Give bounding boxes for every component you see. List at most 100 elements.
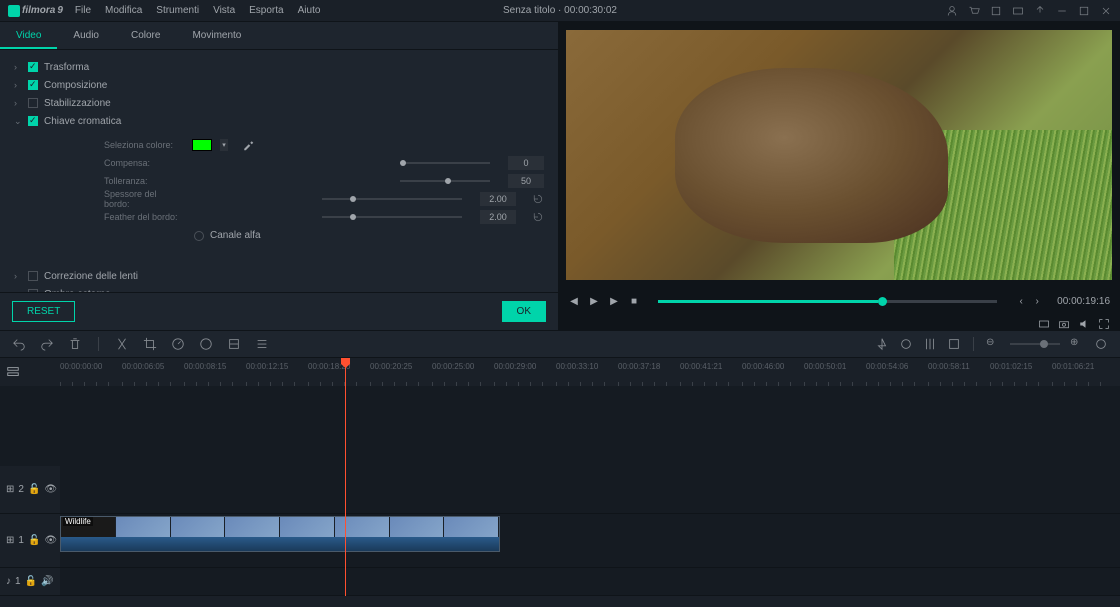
undo-icon[interactable] [12,337,26,351]
render-icon[interactable] [947,337,961,351]
msg-icon[interactable] [1012,5,1024,17]
stabilization-checkbox[interactable] [28,98,38,108]
eyedropper-icon[interactable] [242,139,254,151]
ruler-mark: 00:00:41:21 [680,362,722,371]
tab-color[interactable]: Colore [115,22,176,49]
speed-icon[interactable] [171,337,185,351]
preview-viewport[interactable] [566,30,1112,280]
visibility-icon[interactable]: 👁 [44,535,57,546]
redo-icon[interactable] [40,337,54,351]
color-icon[interactable] [199,337,213,351]
fullscreen-icon[interactable] [1098,318,1110,330]
mute-icon[interactable]: 🔊 [41,576,53,587]
maximize-icon[interactable] [1078,5,1090,17]
alpha-channel-checkbox[interactable] [194,231,204,241]
update-icon[interactable] [1034,5,1046,17]
menu-edit[interactable]: Modifica [105,5,142,16]
audio-track-1[interactable]: ♪ 1 🔓 🔊 [0,568,1120,596]
marker-icon[interactable] [875,337,889,351]
chevron-right-icon: › [14,98,22,108]
playhead[interactable] [345,358,346,596]
prop-composition[interactable]: › Composizione [14,76,544,94]
composition-checkbox[interactable] [28,80,38,90]
notif-icon[interactable] [990,5,1002,17]
track-manager-icon[interactable] [6,365,20,382]
chromakey-checkbox[interactable] [28,116,38,126]
offset-value[interactable]: 0 [508,156,544,170]
crop-icon[interactable] [143,337,157,351]
reset-icon[interactable] [532,193,544,205]
minimize-icon[interactable] [1056,5,1068,17]
lock-icon[interactable]: 🔓 [25,576,37,587]
color-dropdown[interactable]: ▾ [220,139,228,151]
tab-audio[interactable]: Audio [57,22,115,49]
edge-feather-value[interactable]: 2.00 [480,210,516,224]
ruler-mark: 00:00:08:15 [184,362,226,371]
prop-lens-correction[interactable]: › Correzione delle lenti [14,267,544,285]
prev-frame-icon[interactable]: ◀ [568,295,580,307]
tolerance-slider[interactable] [400,180,490,182]
green-screen-icon[interactable] [227,337,241,351]
video-track-2[interactable]: ⊞ 2 🔓 👁 [0,466,1120,514]
edge-thickness-slider[interactable] [322,198,462,200]
adjust-icon[interactable] [255,337,269,351]
menu-export[interactable]: Esporta [249,5,283,16]
reset-icon[interactable] [532,211,544,223]
play-icon[interactable]: ▶ [588,295,600,307]
drop-shadow-checkbox[interactable] [28,289,38,292]
ruler-mark: 00:00:20:25 [370,362,412,371]
ruler-mark: 00:00:29:00 [494,362,536,371]
ruler-mark: 00:00:58:11 [928,362,970,371]
ruler-mark: 00:00:06:05 [122,362,164,371]
prop-chromakey[interactable]: ⌄ Chiave cromatica [14,112,544,130]
menu-view[interactable]: Vista [213,5,235,16]
cart-icon[interactable] [968,5,980,17]
delete-icon[interactable] [68,337,82,351]
visibility-icon[interactable]: 👁 [44,484,57,495]
account-icon[interactable] [946,5,958,17]
nav-prev-icon[interactable]: ‹ [1015,295,1027,307]
tab-motion[interactable]: Movimento [176,22,257,49]
offset-slider[interactable] [400,162,490,164]
lens-correction-checkbox[interactable] [28,271,38,281]
nav-next-icon[interactable]: › [1031,295,1043,307]
tolerance-value[interactable]: 50 [508,174,544,188]
close-icon[interactable] [1100,5,1112,17]
zoom-slider[interactable] [1010,343,1060,345]
reset-button[interactable]: RESET [12,301,75,322]
track-type-icon: ⊞ [6,535,14,546]
preview-panel: ◀ ▶ ▶ ■ ‹ › 00:00:19:16 [558,22,1120,330]
ruler-mark: 00:00:46:00 [742,362,784,371]
zoom-out-icon[interactable]: ⊖ [986,337,1000,351]
video-track-1[interactable]: ⊞ 1 🔓 👁 Wildlife [0,514,1120,568]
ok-button[interactable]: OK [502,301,546,322]
menu-file[interactable]: File [75,5,91,16]
next-frame-icon[interactable]: ▶ [608,295,620,307]
ruler-mark: 00:00:50:01 [804,362,846,371]
playback-scrubber[interactable] [658,300,997,303]
edge-thickness-value[interactable]: 2.00 [480,192,516,206]
zoom-in-icon[interactable]: ⊕ [1070,337,1084,351]
menu-help[interactable]: Aiuto [298,5,321,16]
split-icon[interactable] [115,337,129,351]
tab-video[interactable]: Video [0,22,57,49]
prop-stabilization[interactable]: › Stabilizzazione [14,94,544,112]
snapshot-icon[interactable] [1058,318,1070,330]
color-swatch[interactable] [192,139,212,151]
timeline-ruler[interactable]: 00:00:00:0000:00:06:0500:00:08:1500:00:1… [0,358,1120,386]
ruler-mark: 00:00:54:06 [866,362,908,371]
video-clip[interactable]: Wildlife [60,516,500,552]
prop-drop-shadow[interactable]: › Ombra esterna [14,285,544,292]
stop-icon[interactable]: ■ [628,295,640,307]
zoom-fit-icon[interactable] [1094,337,1108,351]
volume-icon[interactable] [1078,318,1090,330]
lock-icon[interactable]: 🔓 [28,484,40,495]
record-icon[interactable] [899,337,913,351]
prop-transform[interactable]: › Trasforma [14,58,544,76]
transform-checkbox[interactable] [28,62,38,72]
quality-icon[interactable] [1038,318,1050,330]
menu-tools[interactable]: Strumenti [156,5,199,16]
lock-icon[interactable]: 🔓 [28,535,40,546]
mixer-icon[interactable] [923,337,937,351]
edge-feather-slider[interactable] [322,216,462,218]
